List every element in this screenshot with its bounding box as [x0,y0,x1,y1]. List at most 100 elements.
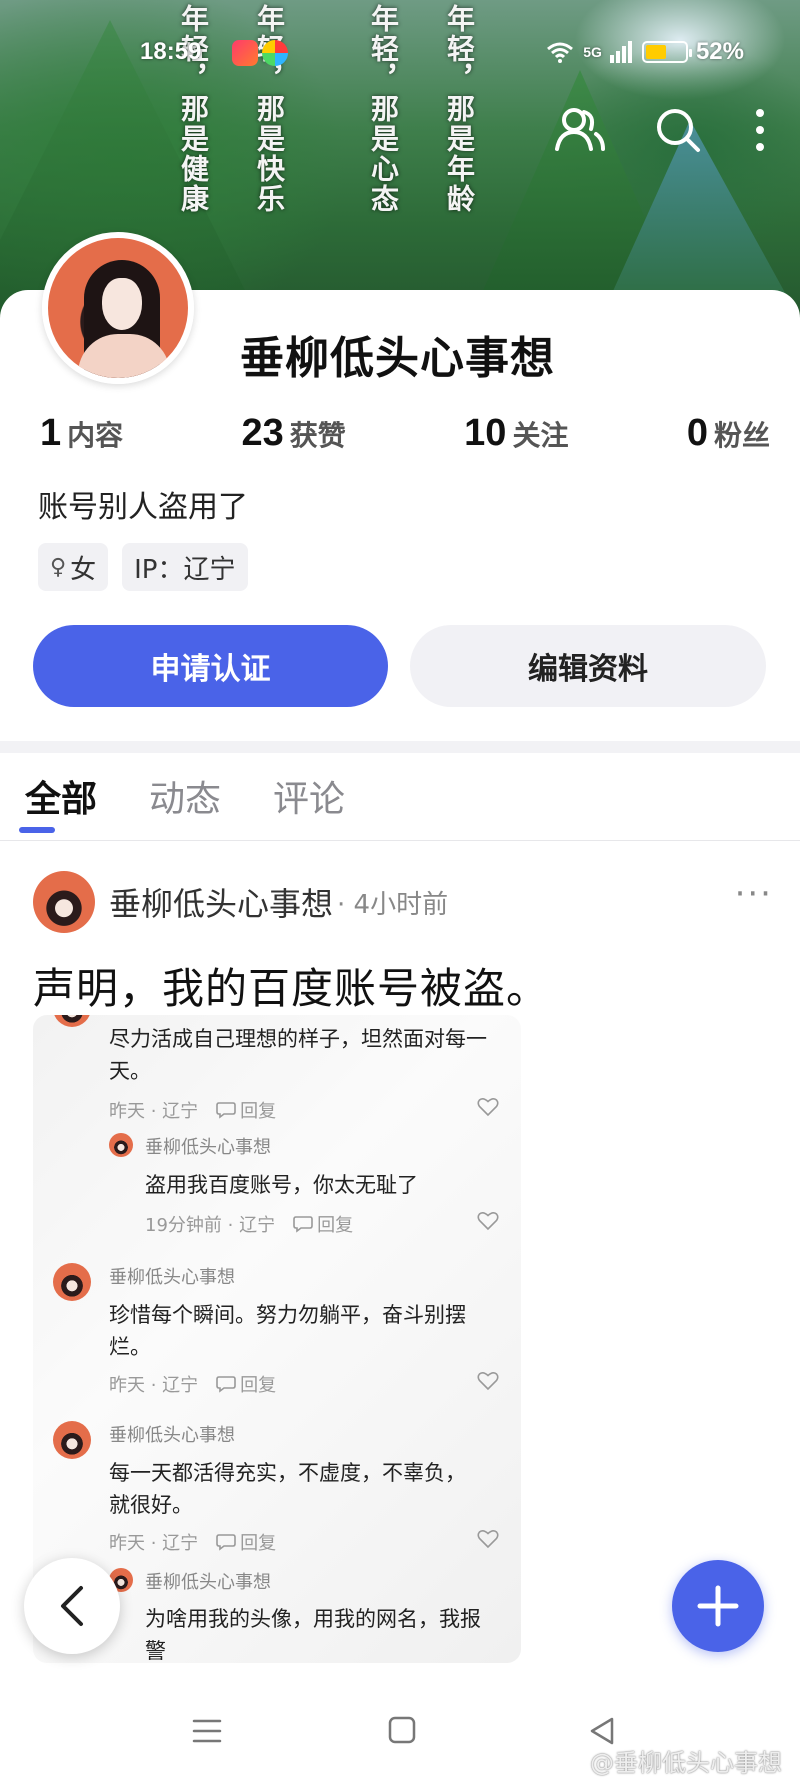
comment-text: 珍惜每个瞬间。努力勿躺平，奋斗别摆烂。 [109,1303,466,1359]
apply-certification-button[interactable]: 申请认证 [33,625,388,707]
comment-text: 每一天都活得充实，不虚度，不辜负，就很好。 [109,1461,466,1517]
comment-meta: 昨天 · 辽宁 回复 [109,1371,276,1397]
post-author-avatar[interactable] [33,871,95,933]
home-icon[interactable] [388,1716,416,1744]
heart-icon [477,1212,499,1231]
stat-followers[interactable]: 0 粉丝 [687,412,770,455]
comment-bubble-icon [216,1534,236,1551]
comment-avatar [109,1133,133,1157]
stat-likes[interactable]: 23 获赞 [242,412,346,455]
female-icon: ♀ [50,554,67,580]
more-vertical-icon[interactable] [750,104,770,156]
signal-icon [609,41,632,63]
post-author-name[interactable]: 垂柳低头心事想 [109,879,333,925]
stat-number: 23 [241,412,284,454]
friends-icon[interactable] [554,104,606,156]
ip-label: IP：辽宁 [134,554,236,585]
stat-content[interactable]: 1 内容 [40,412,123,455]
post-title[interactable]: 声明，我的百度账号被盗。 [33,955,549,1016]
reply-label: 回复 [240,1375,277,1396]
comment-meta: 19分钟前 · 辽宁 回复 [145,1211,353,1237]
banner-poem-column: 年轻，那是年龄 [443,4,476,214]
wifi-icon [547,42,574,63]
section-divider [0,741,800,753]
edit-profile-button[interactable]: 编辑资料 [410,625,766,707]
banner-poem-column: 年轻，那是快乐 [253,4,286,214]
stat-number: 0 [686,412,708,454]
battery-icon [641,41,692,63]
comment-text: 盗用我百度账号，你太无耻了 [145,1173,418,1197]
post-time: · 4小时前 [337,889,449,920]
plus-icon [697,1585,739,1627]
comment-avatar [53,1263,91,1301]
comment-bubble-icon [216,1102,236,1119]
stat-label: 关注 [512,419,569,452]
comment-date: 19分钟前 · 辽宁 [145,1215,276,1236]
back-button[interactable] [24,1558,120,1654]
banner-poem-column: 年轻，那是心态 [367,4,400,214]
reply-link: 回复 [293,1211,353,1237]
reply-link: 回复 [216,1097,276,1123]
comment-bubble-icon [216,1376,236,1393]
status-time: 18:59 [140,38,202,65]
watermark: @垂柳低头心事想 [590,1749,782,1777]
heart-icon [477,1372,499,1391]
back-nav-icon[interactable] [588,1716,616,1746]
create-post-button[interactable] [672,1560,764,1652]
ip-tag: IP：辽宁 [122,543,248,591]
gender-label: 女 [70,554,97,585]
comment-author: 垂柳低头心事想 [109,1425,235,1446]
heart-icon [477,1098,499,1117]
battery-fill [645,45,666,59]
reply-link: 回复 [216,1529,276,1555]
tab-moments[interactable]: 动态 [149,770,221,840]
profile-stats: 1 内容 23 获赞 10 关注 0 粉丝 [40,412,770,455]
heart-icon [477,1530,499,1549]
comment-author: 垂柳低头心事想 [145,1137,271,1158]
menu-icon[interactable] [192,1716,222,1746]
top-action-bar [554,104,770,156]
stat-number: 10 [464,412,507,454]
profile-avatar[interactable] [42,232,194,384]
reply-label: 回复 [317,1215,354,1236]
comment-avatar [53,1015,91,1027]
profile-tags: ♀ 女 IP：辽宁 [38,543,248,591]
comment-date: 昨天 · 辽宁 [109,1101,199,1122]
battery-percent: 52% [695,38,744,65]
tab-comments[interactable]: 评论 [273,770,345,840]
stat-label: 粉丝 [713,419,770,452]
banner-poem-column: 年轻，那是健康 [177,4,210,214]
comment-text: 为啥用我的头像，用我的网名，我报警 [145,1607,481,1663]
stat-label: 内容 [67,419,124,452]
avatar-face [102,278,142,330]
stat-number: 1 [40,412,62,454]
stat-label: 获赞 [289,419,346,452]
comment-author: 垂柳低头心事想 [145,1572,271,1593]
stat-following[interactable]: 10 关注 [464,412,568,455]
reply-label: 回复 [240,1101,277,1122]
post-screenshot-image[interactable]: 尽力活成自己理想的样子，坦然面对每一天。 昨天 · 辽宁 回复 垂柳低头心事想 … [33,1015,521,1663]
more-horizontal-icon[interactable]: ··· [735,874,773,914]
reply-link: 回复 [216,1371,276,1397]
comment-date: 昨天 · 辽宁 [109,1533,199,1554]
gender-tag: ♀ 女 [38,543,109,591]
status-indicators: 5G 52% [545,38,744,66]
app-notification-icon [262,40,288,66]
chevron-left-icon [61,1586,83,1626]
comment-avatar [53,1421,91,1459]
reply-label: 回复 [240,1533,277,1554]
comment-author: 垂柳低头心事想 [109,1267,235,1288]
comment-text: 尽力活成自己理想的样子，坦然面对每一天。 [109,1027,487,1083]
status-bar: 18:59 5G 52% [0,38,800,68]
tabs-divider [0,840,800,841]
comment-meta: 昨天 · 辽宁 回复 [109,1097,276,1123]
post-header: 垂柳低头心事想 · 4小时前 ··· [33,870,773,934]
search-icon[interactable] [652,104,704,156]
network-type: 5G [583,44,602,60]
app-notification-icon [232,40,258,66]
comment-meta: 昨天 · 辽宁 回复 [109,1529,276,1555]
comment-bubble-icon [293,1216,313,1233]
content-tabs: 全部 动态 评论 [25,770,345,840]
comment-date: 昨天 · 辽宁 [109,1375,199,1396]
profile-username: 垂柳低头心事想 [240,333,555,384]
